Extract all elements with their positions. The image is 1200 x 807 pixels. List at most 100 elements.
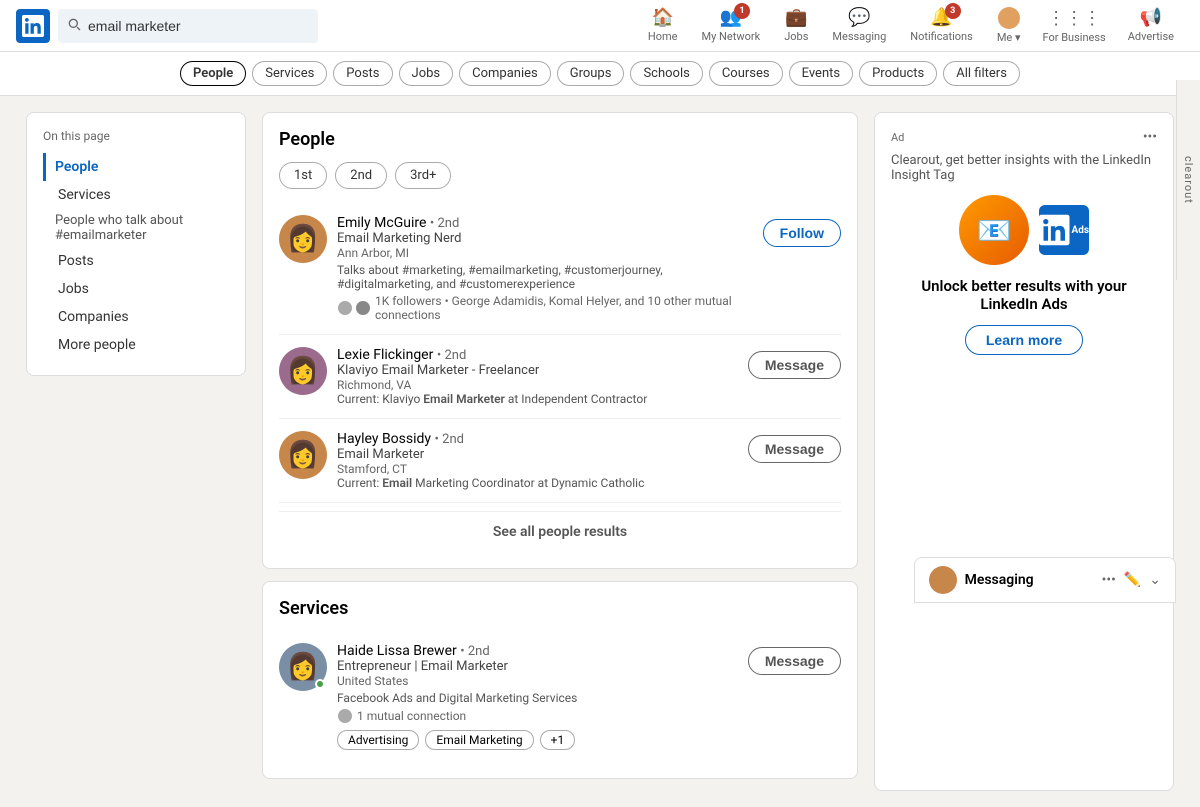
- filter-all[interactable]: All filters: [943, 61, 1020, 86]
- messaging-dots-icon[interactable]: •••: [1102, 572, 1116, 588]
- ad-header: Ad •••: [891, 129, 1157, 145]
- header: 🏠 Home 👥 1 My Network 💼 Jobs 💬 Messaging: [0, 0, 1200, 52]
- grid-icon: ⋮⋮⋮: [1047, 8, 1101, 29]
- sidebar-item-more-people[interactable]: More people: [43, 331, 229, 359]
- main-content: People 1st 2nd 3rd+ 👩 Emily McGuire • 2n…: [262, 112, 858, 791]
- nav-my-network[interactable]: 👥 1 My Network: [692, 0, 771, 52]
- lexie-message-button[interactable]: Message: [748, 351, 841, 379]
- nav-advertise[interactable]: 📢 Advertise: [1118, 0, 1184, 52]
- tag-email-marketing[interactable]: Email Marketing: [425, 730, 533, 750]
- sidebar-item-posts[interactable]: Posts: [43, 247, 229, 275]
- online-indicator: [315, 679, 325, 689]
- tag-advertising[interactable]: Advertising: [337, 730, 419, 750]
- sidebar-item-companies[interactable]: Companies: [43, 303, 229, 331]
- nav-for-business-label: For Business: [1043, 31, 1106, 44]
- filter-companies[interactable]: Companies: [459, 61, 551, 86]
- search-input[interactable]: [88, 18, 310, 34]
- emily-avatar-img: 👩: [279, 215, 327, 263]
- haide-mutual-avatar: [337, 708, 353, 724]
- search-box[interactable]: [58, 9, 318, 43]
- nav-for-business[interactable]: ⋮⋮⋮ For Business: [1035, 0, 1114, 52]
- jobs-icon: 💼: [785, 7, 807, 28]
- emily-name[interactable]: Emily McGuire: [337, 215, 426, 231]
- clearout-logo-icon: 📧: [977, 214, 1012, 247]
- clearout-logo: 📧: [959, 195, 1029, 265]
- network-icon: 👥 1: [720, 7, 742, 28]
- haide-location: United States: [337, 674, 738, 688]
- learn-more-button[interactable]: Learn more: [965, 325, 1083, 355]
- emily-info: Emily McGuire • 2nd Email Marketing Nerd…: [337, 215, 753, 322]
- pill-3rd[interactable]: 3rd+: [395, 162, 451, 189]
- messaging-label: Messaging: [965, 572, 1034, 588]
- nav-messaging[interactable]: 💬 Messaging: [822, 0, 896, 52]
- filter-groups[interactable]: Groups: [557, 61, 625, 86]
- filter-events[interactable]: Events: [789, 61, 853, 86]
- search-icon: [66, 16, 82, 36]
- sidebar-item-services[interactable]: Services: [43, 181, 229, 209]
- advertise-icon: 📢: [1140, 7, 1162, 28]
- ad-label: Ad: [891, 131, 904, 144]
- haide-tags: Advertising Email Marketing +1: [337, 730, 738, 750]
- people-section: People 1st 2nd 3rd+ 👩 Emily McGuire • 2n…: [262, 112, 858, 569]
- filter-posts[interactable]: Posts: [333, 61, 392, 86]
- hayley-name[interactable]: Hayley Bossidy: [337, 431, 431, 447]
- nav-network-label: My Network: [702, 30, 761, 43]
- messaging-icons: ••• ✏️ ⌄: [1102, 572, 1161, 588]
- haide-message-button[interactable]: Message: [748, 647, 841, 675]
- sidebar: On this page People Services People who …: [26, 112, 246, 791]
- lexie-info: Lexie Flickinger • 2nd Klaviyo Email Mar…: [337, 347, 738, 406]
- haide-name[interactable]: Haide Lissa Brewer: [337, 643, 457, 659]
- filter-schools[interactable]: Schools: [630, 61, 702, 86]
- services-section-title: Services: [279, 598, 841, 619]
- emily-desc: Talks about #marketing, #emailmarketing,…: [337, 263, 753, 291]
- lexie-current: Current: Klaviyo Email Marketer at Indep…: [337, 392, 738, 406]
- sidebar-item-people-talk[interactable]: People who talk about #emailmarketer: [43, 209, 229, 247]
- filter-courses[interactable]: Courses: [709, 61, 783, 86]
- linkedin-logo[interactable]: [16, 9, 50, 43]
- avatar-lexie[interactable]: 👩: [279, 347, 327, 395]
- clearout-label: clearout: [1182, 156, 1195, 204]
- pill-2nd[interactable]: 2nd: [335, 162, 387, 189]
- emily-follow-button[interactable]: Follow: [763, 219, 841, 247]
- tag-more[interactable]: +1: [540, 730, 576, 750]
- me-avatar: [998, 7, 1020, 29]
- haide-desc: Facebook Ads and Digital Marketing Servi…: [337, 691, 738, 705]
- messaging-bar[interactable]: Messaging ••• ✏️ ⌄: [914, 557, 1176, 603]
- avatar-haide[interactable]: 👩: [279, 643, 327, 691]
- ad-card: Ad ••• Clearout, get better insights wit…: [874, 112, 1174, 791]
- ad-menu-icon[interactable]: •••: [1143, 129, 1157, 145]
- nav-jobs-label: Jobs: [784, 30, 808, 43]
- see-all-people[interactable]: See all people results: [279, 511, 841, 552]
- avatar-hayley[interactable]: 👩: [279, 431, 327, 479]
- nav-notifications[interactable]: 🔔 3 Notifications: [900, 0, 983, 52]
- nav-jobs[interactable]: 💼 Jobs: [774, 0, 818, 52]
- notifications-badge: 3: [945, 3, 961, 19]
- notifications-icon: 🔔 3: [930, 7, 952, 28]
- ad-logos: 📧 Ads: [891, 195, 1157, 265]
- main-nav: 🏠 Home 👥 1 My Network 💼 Jobs 💬 Messaging: [638, 0, 1184, 52]
- mutual-avatars-emily: [337, 300, 371, 316]
- hayley-info: Hayley Bossidy • 2nd Email Marketer Stam…: [337, 431, 738, 490]
- ads-label: Ads: [1072, 225, 1090, 236]
- emily-location: Ann Arbor, MI: [337, 246, 753, 260]
- avatar-emily[interactable]: 👩: [279, 215, 327, 263]
- messaging-edit-icon[interactable]: ✏️: [1124, 572, 1141, 588]
- ad-headline: Unlock better results with your LinkedIn…: [891, 277, 1157, 313]
- haide-mutual: 1 mutual connection: [337, 708, 738, 724]
- filter-people[interactable]: People: [180, 61, 246, 86]
- hayley-message-button[interactable]: Message: [748, 435, 841, 463]
- nav-home[interactable]: 🏠 Home: [638, 0, 688, 52]
- pill-1st[interactable]: 1st: [279, 162, 327, 189]
- sidebar-item-jobs[interactable]: Jobs: [43, 275, 229, 303]
- services-section: Services 👩 Haide Lissa Brewer • 2nd Entr…: [262, 581, 858, 779]
- hayley-degree: • 2nd: [435, 432, 464, 447]
- filter-services[interactable]: Services: [252, 61, 327, 86]
- filter-products[interactable]: Products: [859, 61, 937, 86]
- lexie-location: Richmond, VA: [337, 378, 738, 392]
- lexie-name[interactable]: Lexie Flickinger: [337, 347, 433, 363]
- emily-degree: • 2nd: [430, 216, 459, 231]
- filter-jobs[interactable]: Jobs: [399, 61, 454, 86]
- nav-me[interactable]: Me ▾: [987, 0, 1031, 52]
- sidebar-item-people[interactable]: People: [43, 153, 229, 181]
- messaging-chevron-icon[interactable]: ⌄: [1149, 572, 1161, 588]
